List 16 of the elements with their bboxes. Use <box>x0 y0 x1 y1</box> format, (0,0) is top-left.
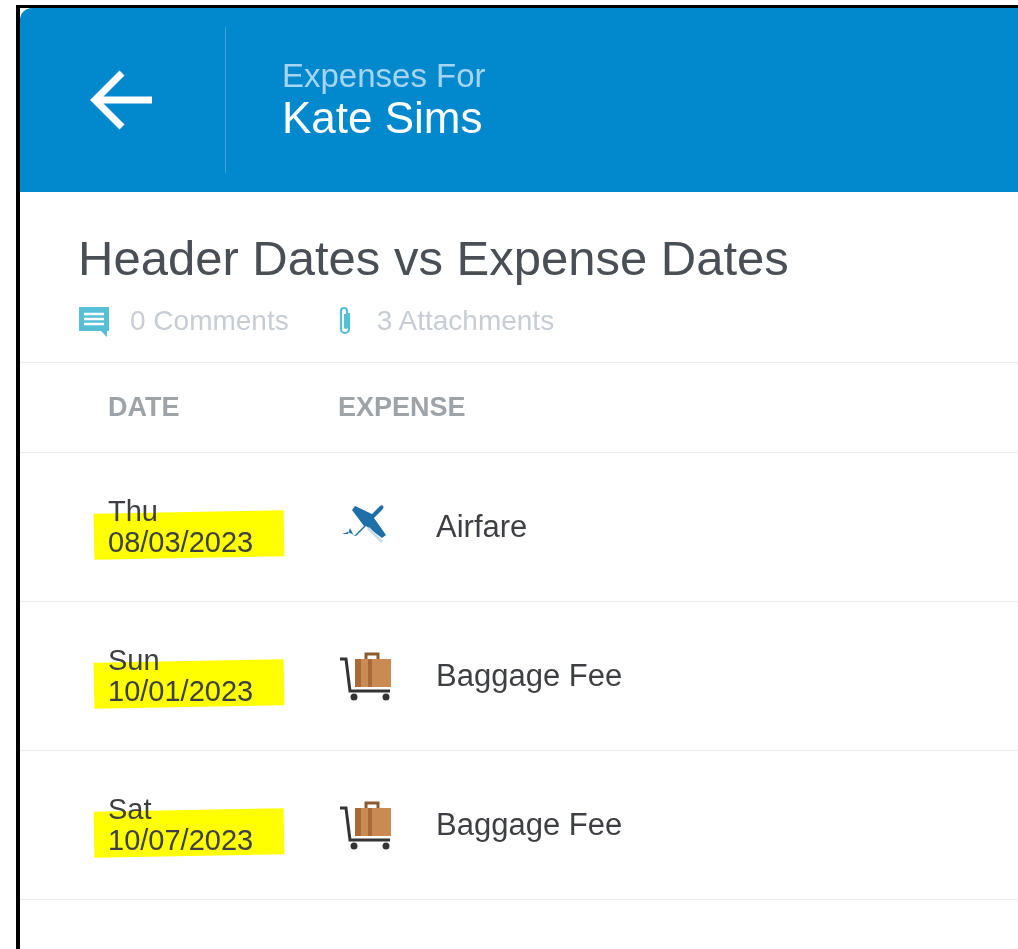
date-text: 10/07/2023 <box>108 824 255 856</box>
comment-icon <box>78 305 110 337</box>
date-text: 10/01/2023 <box>108 675 255 707</box>
report-title: Header Dates vs Expense Dates <box>78 230 790 287</box>
expense-type: Baggage Fee <box>436 656 623 695</box>
comments-link[interactable]: 0 Comments <box>130 300 289 342</box>
luggage-cart-icon <box>338 800 394 850</box>
expense-type: Baggage Fee <box>436 805 623 844</box>
header-title: Kate Sims <box>282 94 484 142</box>
expense-type: Airfare <box>436 507 528 546</box>
column-header: DATE <box>108 391 181 425</box>
luggage-cart-icon <box>338 651 394 701</box>
header-subtitle: Expenses For <box>282 58 486 94</box>
column-header: EXPENSE <box>338 391 466 425</box>
attachments-link[interactable]: 3 Attachments <box>376 300 555 342</box>
date-text: 08/03/2023 <box>108 526 255 558</box>
